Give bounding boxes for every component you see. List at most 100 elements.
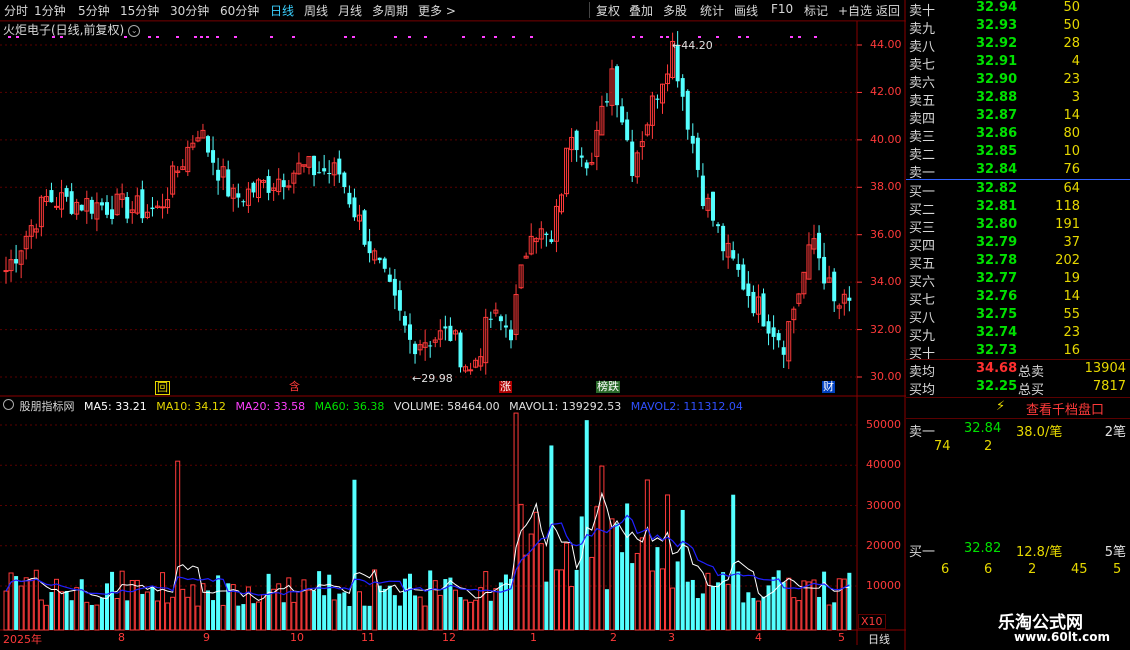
date-month: 12 — [442, 631, 456, 644]
sell-level-row[interactable]: 卖三 32.86 80 — [906, 126, 1130, 145]
sell-level-row[interactable]: 卖四 32.87 14 — [906, 108, 1130, 127]
volume-bar — [271, 588, 277, 631]
sell-level-row[interactable]: 卖十 32.94 50 — [906, 0, 1130, 19]
buy-level-row[interactable]: 买一 32.82 64 — [906, 181, 1130, 200]
volume-bar — [428, 570, 433, 630]
volume-bar — [129, 579, 135, 631]
candle-body — [387, 274, 392, 282]
event-marker-cai[interactable]: 财 — [822, 381, 835, 393]
candle-body — [443, 326, 448, 329]
signal-dot — [494, 36, 497, 38]
sell-level-row[interactable]: 卖八 32.92 28 — [906, 36, 1130, 55]
signal-dot — [666, 36, 669, 38]
sell-level-row[interactable]: 卖五 32.88 3 — [906, 90, 1130, 109]
event-marker-bangdie[interactable]: 榜跌 — [596, 381, 620, 393]
bid1-orders-row: 6 6 2 45 5 — [906, 562, 1130, 580]
volume-bar — [397, 605, 402, 630]
candle-body — [781, 347, 786, 355]
volume-bar — [625, 503, 630, 630]
price-low-value: 29.98 — [421, 372, 453, 385]
signal-dot — [292, 36, 295, 38]
buy-level-price: 32.80 — [976, 217, 1018, 232]
ten-level-link[interactable]: ⚡ 查看千档盘口 — [906, 399, 1130, 418]
candle-body — [236, 193, 241, 198]
candle-body — [337, 158, 342, 175]
volume-bar — [755, 600, 761, 631]
buy-level-row[interactable]: 买九 32.74 23 — [906, 325, 1130, 344]
price-tick-label: 32.00 — [870, 322, 902, 336]
buy-level-row[interactable]: 买二 32.81 118 — [906, 199, 1130, 218]
sell-level-volume: 50 — [1063, 18, 1080, 33]
sell-level-row[interactable]: 卖七 32.91 4 — [906, 54, 1130, 73]
candle-body — [251, 182, 256, 193]
sell-level-row[interactable]: 卖九 32.93 50 — [906, 18, 1130, 37]
divider — [906, 418, 1130, 419]
buy-level-label: 买五 — [909, 257, 936, 272]
sell-level-label: 卖八 — [909, 40, 936, 55]
candle-body — [630, 141, 635, 176]
buy-level-row[interactable]: 买七 32.76 14 — [906, 289, 1130, 308]
buy-level-volume: 64 — [1063, 181, 1080, 196]
ten-level-link-text[interactable]: 查看千档盘口 — [1026, 399, 1104, 418]
indicator-chevron-icon[interactable] — [3, 399, 14, 410]
event-marker-zhang[interactable]: 涨 — [499, 381, 512, 393]
candle-body — [99, 202, 104, 206]
volume-bar — [695, 598, 700, 630]
volume-bar — [761, 596, 766, 630]
candle-body — [69, 191, 74, 214]
signal-dot — [632, 36, 635, 38]
candle-body — [832, 271, 837, 302]
volume-bar — [322, 595, 327, 630]
candle-body — [488, 318, 493, 320]
buy-level-row[interactable]: 买四 32.79 37 — [906, 235, 1130, 254]
volume-bar — [236, 605, 241, 630]
candle-body — [382, 258, 387, 269]
ma5-value: MA5: 33.21 — [84, 400, 147, 413]
candle-body — [549, 239, 554, 243]
volume-bar — [811, 579, 817, 631]
event-marker-hui[interactable]: 回 — [155, 381, 170, 395]
buy-level-row[interactable]: 买三 32.80 191 — [906, 217, 1130, 236]
volume-bar — [110, 571, 115, 630]
signal-dot — [660, 36, 663, 38]
bid1-order: 45 — [1071, 562, 1088, 577]
candle-body — [690, 135, 695, 144]
volume-tick-label: 20000 — [866, 538, 901, 552]
volume-bar — [3, 590, 9, 631]
date-month: 4 — [755, 631, 762, 644]
kline-chart[interactable] — [0, 0, 906, 650]
buy-level-label: 买八 — [909, 311, 936, 326]
volume-bar — [473, 599, 479, 631]
volume-bar — [281, 602, 286, 630]
candle-body — [509, 329, 513, 341]
volume-bar — [771, 576, 776, 630]
lightning-icon: ⚡ — [996, 399, 1006, 414]
candle-body — [54, 205, 59, 208]
sell-level-label: 卖五 — [909, 94, 936, 109]
sell-level-row[interactable]: 卖六 32.90 23 — [906, 72, 1130, 91]
volume-bar — [180, 588, 186, 631]
candle-body — [211, 150, 216, 163]
candle-body — [160, 206, 166, 209]
sell-level-row[interactable]: 卖二 32.85 10 — [906, 144, 1130, 163]
sell-level-row[interactable]: 卖一 32.84 76 — [906, 162, 1130, 181]
signal-dot — [698, 36, 701, 38]
ask1-count: 2笔 — [1104, 425, 1126, 440]
candle-body — [125, 197, 130, 219]
signal-dot — [200, 36, 203, 38]
indicator-name[interactable]: 股朋指标网 — [20, 400, 75, 413]
volume-bar — [685, 581, 690, 630]
buy-level-row[interactable]: 买八 32.75 55 — [906, 307, 1130, 326]
volume-bar — [700, 593, 705, 630]
volume-bar — [634, 552, 640, 631]
candle-body — [413, 343, 418, 355]
chevron-down-icon[interactable]: ⌄ — [128, 24, 141, 37]
buy-level-row[interactable]: 买五 32.78 202 — [906, 253, 1130, 272]
order-book-panel: 卖十 32.94 50 卖九 32.93 50 卖八 32.92 28 卖七 32.91 4 卖六 32.… — [906, 0, 1130, 650]
buy-level-row[interactable]: 买六 32.77 19 — [906, 271, 1130, 290]
volume-bar — [639, 537, 645, 631]
sell-level-volume: 3 — [1071, 90, 1080, 105]
event-marker-han[interactable]: 含 — [289, 381, 300, 393]
volume-bar — [261, 594, 267, 631]
candle-body — [544, 233, 549, 236]
